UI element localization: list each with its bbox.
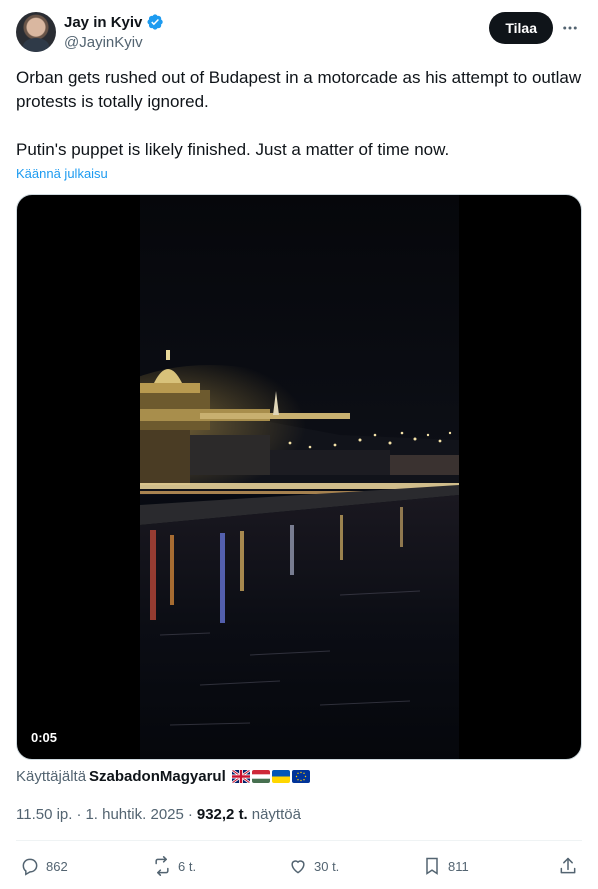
verified-badge-icon <box>147 14 164 30</box>
ukraine-flag-icon <box>271 770 290 783</box>
flags <box>231 770 310 783</box>
avatar[interactable] <box>16 12 56 52</box>
video-frame <box>140 195 459 759</box>
tweet-header: Jay in Kyiv @JayinKyiv Tilaa <box>16 12 582 52</box>
source-name-link[interactable]: SzabadonMagyarul <box>89 768 226 785</box>
like-button[interactable]: 30 t. <box>288 852 339 880</box>
translate-post-link[interactable]: Käännä julkaisu <box>16 166 108 181</box>
reply-count: 862 <box>46 858 68 874</box>
tweet-text: Orban gets rushed out of Budapest in a m… <box>16 66 582 162</box>
tweet-date[interactable]: 1. huhtik. 2025 <box>85 806 183 823</box>
night-city-river-image <box>140 350 459 759</box>
reply-icon <box>22 858 38 876</box>
meta-separator: · <box>187 806 193 823</box>
hungary-flag-icon <box>251 770 270 783</box>
tweet-paragraph: Orban gets rushed out of Budapest in a m… <box>16 68 582 111</box>
divider <box>16 840 582 841</box>
author-name-row[interactable]: Jay in Kyiv <box>64 13 164 31</box>
video-duration: 0:05 <box>31 730 58 745</box>
bookmark-button[interactable]: 811 <box>422 852 469 880</box>
uk-flag-icon <box>231 770 250 783</box>
bookmark-icon <box>426 857 438 875</box>
share-button[interactable] <box>558 852 578 880</box>
tweet-time[interactable]: 11.50 ip. <box>16 806 72 823</box>
views-label: näyttöä <box>251 806 301 823</box>
more-options-button[interactable] <box>558 16 582 40</box>
reply-button[interactable]: 862 <box>20 852 68 880</box>
author-handle[interactable]: @JayinKyiv <box>64 34 143 51</box>
repost-button[interactable]: 6 t. <box>152 852 196 880</box>
video-player[interactable]: 0:05 <box>16 194 582 760</box>
like-count: 30 t. <box>314 858 340 874</box>
subscribe-button[interactable]: Tilaa <box>489 12 553 44</box>
eu-flag-icon <box>291 770 310 783</box>
repost-count: 6 t. <box>178 858 197 874</box>
share-icon <box>560 857 576 874</box>
action-bar: 862 6 t. 30 t. 811 <box>16 852 582 880</box>
author-display-name[interactable]: Jay in Kyiv <box>64 14 142 31</box>
repost-icon <box>155 856 169 876</box>
heart-icon <box>291 860 305 874</box>
video-source-attribution: Käyttäjältä SzabadonMagyarul <box>16 768 310 785</box>
views-count: 932,2 t. <box>196 806 248 823</box>
bookmark-count: 811 <box>448 858 469 874</box>
more-horizontal-icon <box>563 26 577 30</box>
meta-separator: · <box>76 806 82 823</box>
tweet-meta: 11.50 ip. · 1. huhtik. 2025 · 932,2 t. n… <box>16 806 301 823</box>
source-prefix: Käyttäjältä <box>16 768 87 785</box>
tweet-paragraph: Putin's puppet is likely finished. Just … <box>16 140 450 159</box>
